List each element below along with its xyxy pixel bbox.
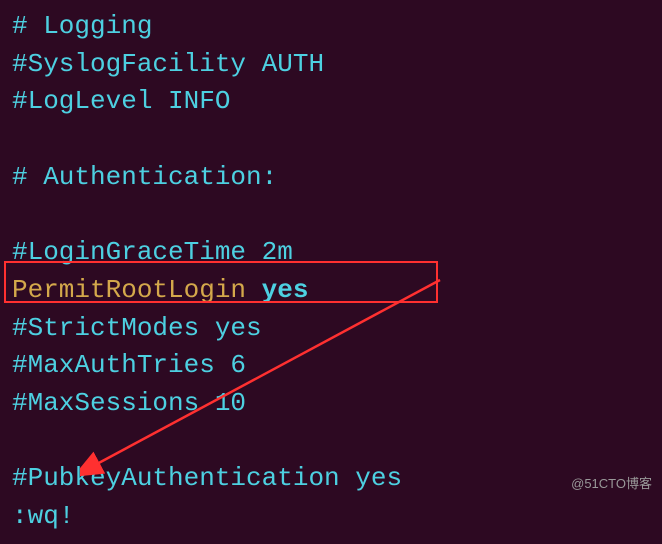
blank-line: [12, 423, 650, 461]
vim-editor[interactable]: # Logging #SyslogFacility AUTH #LogLevel…: [0, 0, 662, 544]
config-line: #StrictModes yes: [12, 310, 650, 348]
config-line: #LogLevel INFO: [12, 83, 650, 121]
blank-line: [12, 196, 650, 234]
config-line: #LoginGraceTime 2m: [12, 234, 650, 272]
config-line: #PubkeyAuthentication yes: [12, 460, 650, 498]
blank-line: [12, 121, 650, 159]
config-key: PermitRootLogin: [12, 275, 262, 305]
config-line: # Logging: [12, 8, 650, 46]
config-line: #MaxAuthTries 6: [12, 347, 650, 385]
config-line: #MaxSessions 10: [12, 385, 650, 423]
config-line: #SyslogFacility AUTH: [12, 46, 650, 84]
watermark: @51CTO博客: [571, 475, 652, 494]
vim-command-line[interactable]: :wq!: [12, 498, 650, 536]
config-line: # Authentication:: [12, 159, 650, 197]
config-value: yes: [262, 275, 309, 305]
permit-root-login-line: PermitRootLogin yes: [12, 272, 308, 310]
